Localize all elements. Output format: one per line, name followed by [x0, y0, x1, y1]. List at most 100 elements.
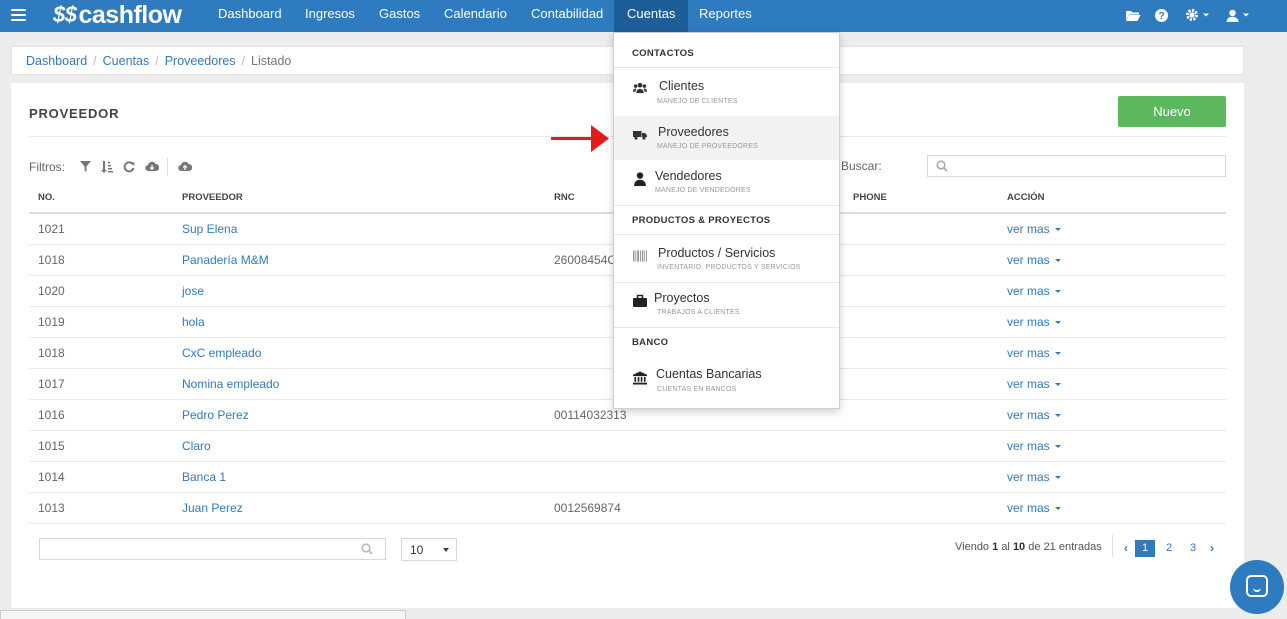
caret-down-icon	[1054, 289, 1061, 293]
ver-mas-button[interactable]: ver mas	[998, 306, 1226, 338]
cloud-download-icon[interactable]	[145, 161, 160, 173]
col-accion: ACCIÓN	[998, 183, 1226, 214]
settings-menu[interactable]	[1185, 7, 1210, 23]
brand-logo[interactable]: $$ cashflow	[53, 0, 182, 29]
cell-phone	[844, 492, 998, 524]
sort-icon[interactable]	[101, 161, 113, 173]
chat-widget[interactable]	[1230, 560, 1284, 614]
caret-down-icon	[1054, 475, 1061, 479]
section-productos-proyectos: PRODUCTOS & PROYECTOS	[632, 215, 771, 226]
search-icon	[361, 543, 373, 555]
menu-icon[interactable]	[11, 9, 26, 22]
cell-proveedor-link[interactable]: jose	[173, 275, 545, 307]
breadcrumb-current: Listado	[251, 54, 292, 68]
section-contactos: CONTACTOS	[632, 48, 694, 59]
prev-page-icon[interactable]: ‹	[1119, 540, 1133, 557]
cell-no: 1015	[29, 430, 173, 462]
page-size-select[interactable]: 10	[401, 538, 457, 561]
cell-proveedor-link[interactable]: Nomina empleado	[173, 368, 545, 400]
filter-icon[interactable]	[79, 161, 91, 173]
user-icon	[634, 172, 646, 186]
menu-item-cuentas-bancarias[interactable]: Cuentas Bancarias CUENTAS EN BANCOS	[614, 361, 839, 405]
nav-reportes[interactable]: Reportes	[686, 0, 765, 32]
top-navbar: $$ cashflow Dashboard Ingresos Gastos Ca…	[0, 0, 1287, 32]
cell-proveedor-link[interactable]: Banca 1	[173, 461, 545, 493]
col-phone[interactable]: PHONE	[844, 183, 998, 214]
menu-item-vendedores[interactable]: Vendedores MANEJO DE VENDEDORES	[614, 161, 839, 205]
page-2[interactable]: 2	[1159, 540, 1179, 557]
caret-down-icon	[1054, 506, 1061, 510]
menu-item-productos-servicios[interactable]: Productos / Servicios INVENTARIO, PRODUC…	[614, 238, 839, 282]
col-no[interactable]: NO.	[29, 183, 173, 214]
nav-ingresos[interactable]: Ingresos	[292, 0, 368, 32]
nav-gastos[interactable]: Gastos	[366, 0, 433, 32]
menu-item-proveedores[interactable]: Proveedores MANEJO DE PROVEEDORES	[614, 116, 839, 160]
search-input[interactable]	[927, 155, 1226, 177]
cell-no: 1014	[29, 461, 173, 493]
chevron-down-icon	[443, 548, 449, 552]
cell-no: 1013	[29, 492, 173, 524]
cell-proveedor-link[interactable]: Juan Perez	[173, 492, 545, 524]
ver-mas-button[interactable]: ver mas	[998, 337, 1226, 369]
page-3[interactable]: 3	[1183, 540, 1203, 557]
table-row: 1013 Juan Perez 0012569874 ver mas	[29, 492, 1226, 524]
nav-calendario[interactable]: Calendario	[431, 0, 520, 32]
ver-mas-button[interactable]: ver mas	[998, 492, 1226, 524]
ver-mas-button[interactable]: ver mas	[998, 430, 1226, 462]
ver-mas-button[interactable]: ver mas	[998, 244, 1226, 276]
svg-text:?: ?	[1158, 11, 1164, 22]
menu-item-clientes[interactable]: Clientes MANEJO DE CLIENTES	[614, 71, 839, 115]
folder-open-icon[interactable]	[1125, 7, 1141, 23]
brand-name: cashflow	[78, 0, 182, 29]
cell-proveedor-link[interactable]: Pedro Perez	[173, 399, 545, 431]
breadcrumb-proveedores[interactable]: Proveedores	[165, 54, 236, 68]
ver-mas-button[interactable]: ver mas	[998, 213, 1226, 245]
logo-mark-icon: $$	[53, 2, 77, 27]
nav-dashboard[interactable]: Dashboard	[205, 0, 295, 32]
breadcrumb-dashboard[interactable]: Dashboard	[26, 54, 87, 68]
nav-cuentas[interactable]: Cuentas	[614, 0, 689, 32]
ver-mas-button[interactable]: ver mas	[998, 461, 1226, 493]
cell-proveedor-link[interactable]: hola	[173, 306, 545, 338]
cell-rnc: 0012569874	[545, 492, 844, 524]
ver-mas-button[interactable]: ver mas	[998, 399, 1226, 431]
pagination-info: Viendo 1 al 10 de 21 entradas	[955, 541, 1102, 553]
caret-down-icon	[1054, 413, 1061, 417]
caret-down-icon	[1054, 228, 1061, 232]
bank-icon	[633, 371, 647, 385]
page-1[interactable]: 1	[1135, 540, 1155, 557]
page-size-value: 10	[410, 543, 424, 557]
breadcrumb-cuentas[interactable]: Cuentas	[103, 54, 150, 68]
ver-mas-button[interactable]: ver mas	[998, 368, 1226, 400]
cell-rnc	[545, 430, 844, 462]
caret-down-icon	[1054, 382, 1061, 386]
next-page-icon[interactable]: ›	[1205, 540, 1219, 557]
cell-proveedor-link[interactable]: Claro	[173, 430, 545, 462]
cloud-upload-icon[interactable]	[178, 161, 193, 173]
cell-phone	[844, 275, 998, 307]
cell-proveedor-link[interactable]: Panadería M&M	[173, 244, 545, 276]
filters-label: Filtros:	[29, 160, 65, 174]
menu-item-proyectos[interactable]: Proyectos TRABAJOS A CLIENTES	[614, 283, 839, 327]
truck-icon	[633, 131, 647, 140]
user-menu[interactable]	[1226, 7, 1250, 23]
new-button[interactable]: Nuevo	[1118, 96, 1226, 127]
col-proveedor[interactable]: PROVEEDOR	[173, 183, 545, 214]
chat-icon	[1246, 575, 1268, 597]
cell-phone	[844, 461, 998, 493]
cell-no: 1019	[29, 306, 173, 338]
caret-down-icon	[1203, 13, 1209, 17]
cell-no: 1016	[29, 399, 173, 431]
status-bar	[0, 610, 406, 619]
cell-proveedor-link[interactable]: Sup Elena	[173, 213, 545, 245]
help-icon[interactable]: ?	[1155, 7, 1168, 23]
cell-proveedor-link[interactable]: CxC empleado	[173, 337, 545, 369]
briefcase-icon	[633, 294, 647, 307]
gear-icon	[1186, 9, 1198, 21]
refresh-icon[interactable]	[123, 161, 135, 173]
caret-down-icon	[1054, 351, 1061, 355]
search-label: Buscar:	[841, 159, 882, 173]
nav-contabilidad[interactable]: Contabilidad	[518, 0, 616, 32]
ver-mas-button[interactable]: ver mas	[998, 275, 1226, 307]
table-footer-search-input[interactable]	[39, 538, 386, 560]
